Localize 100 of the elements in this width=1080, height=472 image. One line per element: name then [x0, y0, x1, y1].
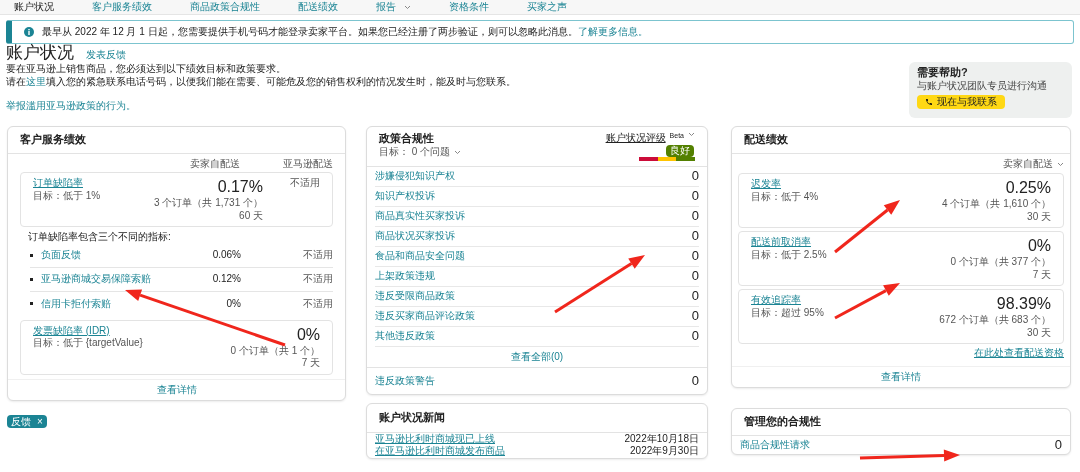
- metric-link[interactable]: 发票缺陷率 (IDR): [33, 324, 143, 338]
- feedback-tab[interactable]: 反馈: [11, 415, 31, 428]
- help-subtitle: 与账户状况团队专员进行沟通: [917, 79, 1048, 93]
- policy-link[interactable]: 商品状况买家投诉: [375, 229, 455, 243]
- banner-link[interactable]: 了解更多信息。: [577, 25, 648, 37]
- metric-period: 60 天: [239, 209, 263, 223]
- policy-count: 0: [691, 227, 699, 245]
- card-title: 账户状况新闻: [367, 404, 707, 433]
- bullet-icon: [30, 302, 33, 306]
- chevron-down-icon: [454, 149, 462, 155]
- banner-text: 最早从 2022 年 12 月 1 日起，您需要提供手机号码才能登录卖家平台。如果您已经注册了两步验证，则可以忽略此消息。了解更多信息。: [42, 25, 648, 39]
- details-link[interactable]: 查看详情: [732, 365, 1070, 388]
- nav-tab[interactable]: 账户状况: [14, 0, 54, 14]
- policy-link[interactable]: 违反政策警告: [375, 374, 435, 388]
- intro-text: 请在这里填入您的紧急联系电话号码，以便我们能在需要、可能危及您的销售权利的情况发生时，能及时与您联系。: [6, 75, 516, 88]
- metric-afn: 不适用: [290, 177, 320, 191]
- metric-note: 订单缺陷率包含三个不同的指标:: [27, 231, 172, 244]
- policy-link[interactable]: 涉嫌侵犯知识产权: [375, 169, 455, 183]
- nav-tab[interactable]: 配送绩效: [298, 0, 338, 14]
- metric-value: 0%: [296, 324, 320, 345]
- news-date: 2022年10月18日: [624, 432, 699, 446]
- annotation-arrow: [834, 283, 900, 320]
- compliance-count: 0: [1054, 436, 1062, 454]
- policy-count: 0: [691, 167, 699, 185]
- metric-detail: 0 个订单（共 377 个）: [950, 256, 1051, 269]
- news-date: 2022年9月30日: [630, 445, 699, 458]
- policy-link[interactable]: 知识产权投诉: [375, 189, 435, 203]
- nav-tab[interactable]: 客户服务绩效: [92, 0, 152, 14]
- here-link[interactable]: 这里: [26, 75, 46, 87]
- policy-count: 0: [691, 287, 699, 305]
- policy-link[interactable]: 违反买家商品评论政策: [375, 309, 475, 323]
- card-title: 政策合规性: [379, 132, 435, 146]
- metric-link[interactable]: 订单缺陷率: [33, 177, 143, 190]
- fulfillment-filter[interactable]: 卖家自配送: [1003, 157, 1064, 171]
- rating-status: 良好: [666, 144, 694, 157]
- policy-count: 0: [691, 307, 699, 325]
- metric-value: 98.39%: [996, 294, 1051, 314]
- policy-count: 0: [691, 267, 699, 285]
- info-icon: [24, 27, 34, 37]
- metric-afn: 不适用: [303, 273, 333, 286]
- policy-link[interactable]: 其他违反政策: [375, 329, 435, 343]
- metric-period: 30 天: [1027, 326, 1051, 340]
- metric-target: 目标：低于 4%: [751, 190, 819, 204]
- nav-tab[interactable]: 资格条件: [449, 0, 489, 14]
- policy-link[interactable]: 商品真实性买家投诉: [375, 209, 465, 223]
- contact-button[interactable]: 现在与我联系: [917, 95, 1005, 110]
- metric-link[interactable]: 负面反馈: [41, 249, 201, 262]
- metric-value: 0.06%: [211, 249, 241, 262]
- rating-label[interactable]: 账户状况评级: [605, 132, 666, 145]
- eligibility-link[interactable]: 在此处查看配送资格: [974, 347, 1064, 360]
- metric-detail: 0 个订单（共 1 个）: [230, 344, 320, 358]
- annotation-arrow: [834, 200, 900, 254]
- metric-link[interactable]: 亚马逊商城交易保障索赔: [41, 273, 201, 286]
- policy-link[interactable]: 违反受限商品政策: [375, 289, 455, 303]
- metric-detail: 672 个订单（共 683 个）: [939, 314, 1051, 327]
- page-title: 账户状况: [6, 44, 74, 61]
- column-header: 卖家自配送: [190, 157, 240, 171]
- metric-value: 0.25%: [1005, 178, 1051, 199]
- feedback-link[interactable]: 发表反馈: [86, 48, 126, 61]
- metric-target: 目标：低于 1%: [33, 189, 102, 203]
- metric-link[interactable]: 信用卡拒付索赔: [41, 297, 201, 310]
- card-title: 管理您的合规性: [732, 409, 1070, 436]
- intro-text: 要在亚马逊上销售商品，您必须达到以下绩效目标和政策要求。: [6, 63, 287, 76]
- metric-target: 目标：低于 {targetValue}: [33, 337, 143, 350]
- phone-icon: [925, 98, 933, 107]
- compliance-link[interactable]: 商品合规性请求: [740, 438, 810, 452]
- metric-target: 目标：低于 2.5%: [751, 248, 827, 262]
- metric-detail: 4 个订单（共 1,610 个）: [942, 198, 1051, 211]
- metric-value: 0.12%: [211, 273, 241, 286]
- nav-tab[interactable]: 报告: [376, 0, 411, 14]
- metric-value: 0%: [225, 297, 241, 310]
- news-link[interactable]: 亚马逊比利时商城现已上线: [375, 432, 495, 446]
- policy-count: 0: [691, 327, 699, 345]
- details-link[interactable]: 查看详情: [8, 378, 345, 401]
- policy-count: 0: [691, 372, 699, 390]
- metric-link[interactable]: 有效追踪率: [751, 294, 824, 307]
- metric-link[interactable]: 配送前取消率: [751, 236, 827, 249]
- news-link[interactable]: 在亚马逊比利时商城发布商品: [375, 445, 505, 458]
- column-header: 亚马逊配送: [283, 157, 333, 171]
- help-title: 需要帮助?: [917, 66, 969, 80]
- bullet-icon: [30, 253, 33, 257]
- policy-link[interactable]: 上架政策违规: [375, 269, 435, 283]
- bullet-icon: [30, 277, 33, 281]
- metric-period: 7 天: [301, 357, 320, 370]
- nav-tab[interactable]: 买家之声: [527, 0, 567, 14]
- metric-afn: 不适用: [303, 249, 333, 262]
- policy-link[interactable]: 食品和商品安全问题: [375, 249, 465, 263]
- report-link[interactable]: 举报滥用亚马逊政策的行为。: [6, 100, 516, 113]
- close-button[interactable]: ×: [37, 415, 43, 428]
- chevron-down-icon: [1057, 161, 1064, 167]
- card-title: 配送绩效: [732, 127, 1070, 154]
- nav-tab[interactable]: 商品政策合规性: [190, 0, 260, 14]
- policy-target: 目标： 0 个问题: [379, 145, 462, 159]
- policy-count: 0: [691, 207, 699, 225]
- view-all-link[interactable]: 查看全部(0): [367, 346, 707, 368]
- metric-afn: 不适用: [303, 297, 333, 310]
- metric-link[interactable]: 迟发率: [751, 178, 819, 191]
- metric-detail: 3 个订单（共 1,731 个）: [154, 197, 263, 210]
- rating-bar: [639, 156, 695, 161]
- chevron-down-icon: [688, 132, 695, 137]
